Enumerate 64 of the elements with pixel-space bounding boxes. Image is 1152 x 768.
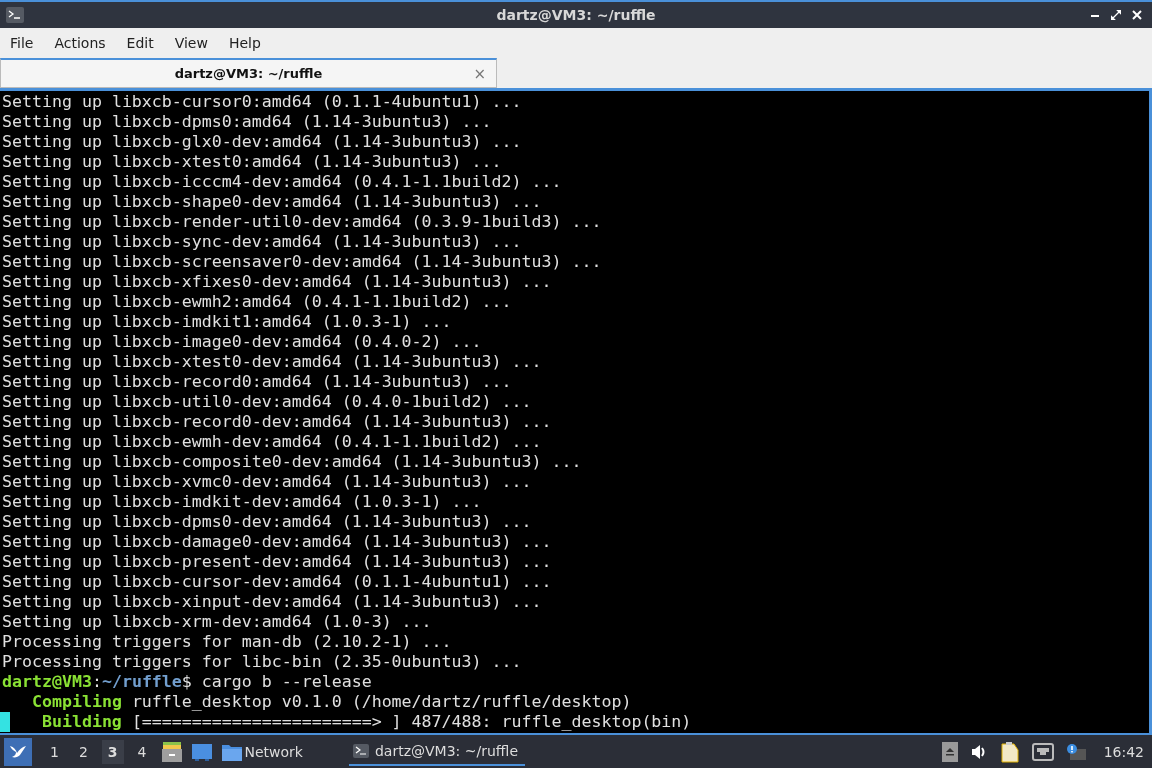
menu-item[interactable]: Actions (54, 34, 106, 51)
workspace-button[interactable]: 1 (44, 739, 65, 764)
build-message: ruffle_desktop v0.1.0 (/home/dartz/ruffle/desktop) (131, 692, 632, 711)
prompt-path: ~/ruffle (101, 672, 182, 691)
terminal-tab[interactable]: dartz@VM3: ~/ruffle × (0, 58, 497, 88)
terminal-icon (6, 7, 24, 23)
taskbar-window-button[interactable]: dartz@VM3: ~/ruffle (349, 737, 525, 766)
terminal-line: Setting up libxcb-dpms0:amd64 (1.14-3ubuntu3) ... (2, 112, 492, 131)
terminal-line: Setting up libxcb-icccm4-dev:amd64 (0.4.1-1.1build2) ... (2, 172, 562, 191)
terminal-line: Setting up libxcb-shape0-dev:amd64 (1.14-3ubuntu3) ... (2, 192, 542, 211)
build-status: Compiling (31, 692, 122, 711)
close-icon[interactable] (1132, 10, 1142, 20)
terminal-line: Setting up libxcb-image0-dev:amd64 (0.4.0-2) ... (2, 332, 482, 351)
workspace-button[interactable]: 4 (131, 739, 153, 764)
network-icon[interactable] (1031, 742, 1054, 761)
terminal-line: Setting up libxcb-damage0-dev:amd64 (1.14-3ubuntu3) ... (2, 532, 552, 551)
terminal-line: Setting up libxcb-ewmh2:amd64 (0.4.1-1.1build2) ... (2, 292, 512, 311)
terminal-line: Setting up libxcb-sync-dev:amd64 (1.14-3ubuntu3) ... (2, 232, 522, 251)
window-title: dartz@VM3: ~/ruffle (496, 7, 656, 23)
desktop-icon[interactable] (190, 741, 213, 762)
terminal-line: Setting up libxcb-composite0-dev:amd64 (1.14-3ubuntu3) ... (2, 452, 582, 471)
close-tab-button[interactable]: × (473, 64, 486, 83)
workspace-button[interactable]: 3 (101, 739, 124, 764)
terminal-line: Setting up libxcb-present-dev:amd64 (1.14-3ubuntu3) ... (2, 552, 552, 571)
terminal-line: Setting up libxcb-glx0-dev:amd64 (1.14-3ubuntu3) ... (2, 132, 522, 151)
terminal-line: Setting up libxcb-xtest0-dev:amd64 (1.14-3ubuntu3) ... (2, 352, 542, 371)
file-cabinet-icon[interactable] (160, 740, 183, 763)
terminal-line: Processing triggers for man-db (2.10.2-1) ... (2, 632, 452, 651)
terminal-line: Setting up libxcb-xtest0:amd64 (1.14-3ubuntu3) ... (2, 152, 502, 171)
terminal-icon (353, 743, 369, 758)
terminal-line: Setting up libxcb-cursor0:amd64 (0.1.1-4ubuntu1) ... (2, 92, 522, 111)
terminal-line: Setting up libxcb-cursor-dev:amd64 (0.1.1-4ubuntu1) ... (2, 572, 552, 591)
terminal-line: Setting up libxcb-render-util0-dev:amd64 (0.3.9-1build3) ... (2, 212, 602, 231)
terminal-line: Setting up libxcb-ewmh-dev:amd64 (0.4.1-1.1build2) ... (2, 432, 542, 451)
maximize-icon[interactable] (1111, 10, 1121, 20)
build-status: Building (41, 712, 122, 731)
command-text: cargo b --release (201, 672, 372, 691)
prompt-separator: : (91, 672, 102, 691)
notification-icon[interactable] (1065, 742, 1086, 761)
menu-item[interactable]: View (174, 34, 208, 51)
terminal-line: Setting up libxcb-xrm-dev:amd64 (1.0-3) ... (2, 612, 432, 631)
terminal-line: Setting up libxcb-record0:amd64 (1.14-3ubuntu3) ... (2, 372, 512, 391)
terminal-line: Setting up libxcb-imdkit1:amd64 (1.0.3-1) ... (2, 312, 452, 331)
menu-item[interactable]: Edit (126, 34, 154, 51)
terminal-line: Setting up libxcb-imdkit-dev:amd64 (1.0.3-1) ... (2, 492, 482, 511)
menu-item[interactable]: File (10, 34, 34, 51)
clipboard-icon[interactable] (999, 740, 1020, 763)
folder-launcher[interactable]: Network (220, 741, 303, 762)
build-message: [=======================> ] 487/488: ruffle_desktop(bin) (131, 712, 692, 731)
eject-icon[interactable] (941, 741, 958, 762)
start-menu-icon[interactable] (4, 737, 32, 766)
terminal-line: Setting up libxcb-util0-dev:amd64 (0.4.0-1build2) ... (2, 392, 532, 411)
terminal-line: Processing triggers for libc-bin (2.35-0ubuntu3) ... (2, 652, 522, 671)
terminal-line: Setting up libxcb-screensaver0-dev:amd64 (1.14-3ubuntu3) ... (2, 252, 602, 271)
terminal-line: Setting up libxcb-xinput-dev:amd64 (1.14-3ubuntu3) ... (2, 592, 542, 611)
terminal-line: Setting up libxcb-xfixes0-dev:amd64 (1.14-3ubuntu3) ... (2, 272, 552, 291)
clock: 16:42 (1103, 743, 1144, 760)
workspace-button[interactable]: 2 (72, 739, 94, 764)
prompt-symbol: $ (181, 672, 192, 691)
prompt-user-host: dartz@VM3 (2, 672, 92, 691)
terminal-line: Setting up libxcb-record0-dev:amd64 (1.14-3ubuntu3) ... (2, 412, 552, 431)
menu-item[interactable]: Help (228, 34, 261, 51)
terminal-line: Setting up libxcb-dpms0-dev:amd64 (1.14-3ubuntu3) ... (2, 512, 532, 531)
terminal-line: Setting up libxcb-xvmc0-dev:amd64 (1.14-3ubuntu3) ... (2, 472, 532, 491)
